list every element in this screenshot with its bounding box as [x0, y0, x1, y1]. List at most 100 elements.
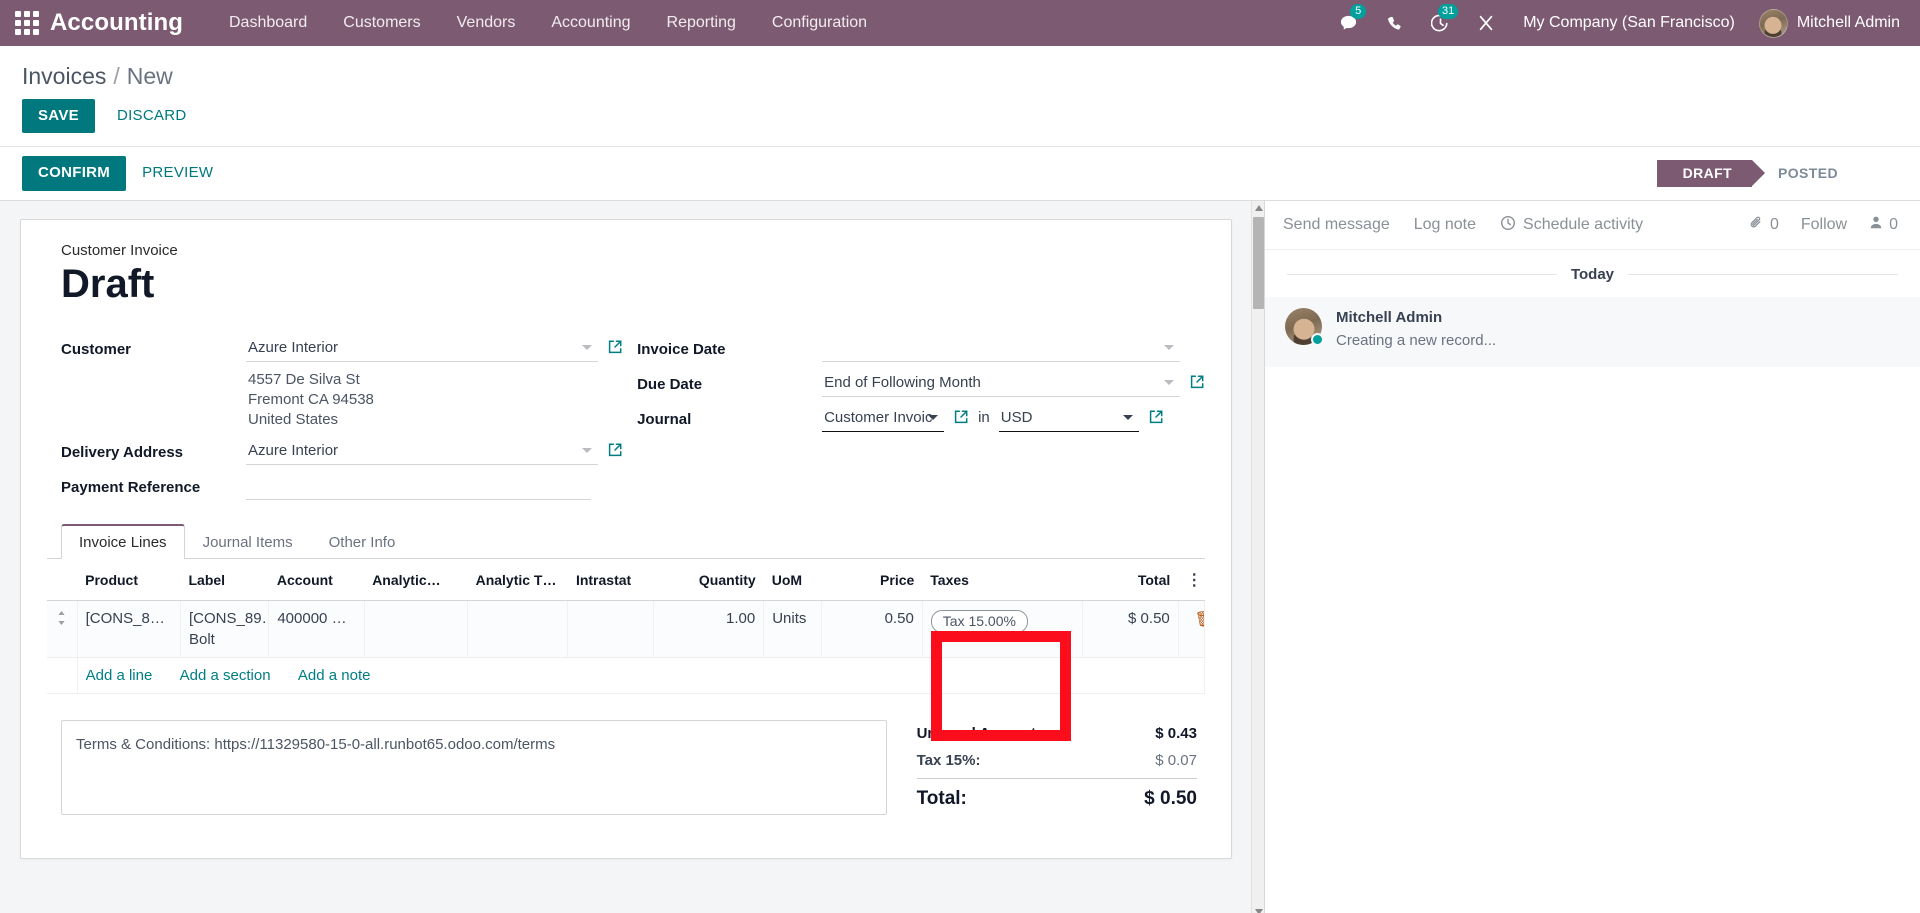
scrollbar-thumb[interactable] — [1253, 216, 1264, 309]
cell-price[interactable]: 0.50 — [821, 600, 923, 658]
cell-taxes[interactable]: Tax 15.00% — [922, 600, 1084, 658]
add-a-note-button[interactable]: Add a note — [298, 667, 371, 684]
form-scroll-area: Customer Invoice Draft Customer Azure In… — [0, 201, 1252, 913]
add-a-section-button[interactable]: Add a section — [180, 667, 271, 684]
person-icon — [1869, 215, 1883, 235]
save-button[interactable]: SAVE — [22, 99, 95, 134]
open-payment-term-icon[interactable] — [1189, 374, 1205, 390]
optional-columns-toggle[interactable]: ⋮ — [1178, 558, 1205, 601]
menu-item-vendors[interactable]: Vendors — [439, 0, 534, 46]
attachments-counter[interactable]: 0 — [1749, 215, 1779, 235]
wrench-icon[interactable] — [1463, 0, 1509, 46]
scroll-down-arrow-icon[interactable] — [1252, 905, 1264, 913]
status-badge[interactable]: Tax 15.00% — [930, 609, 1028, 633]
journal-input[interactable] — [822, 402, 945, 432]
status-step-draft[interactable]: DRAFT — [1656, 159, 1766, 187]
followers-counter[interactable]: 0 — [1869, 215, 1898, 235]
phone-icon[interactable] — [1371, 0, 1417, 46]
customer-label: Customer — [61, 340, 132, 358]
menu-item-reporting[interactable]: Reporting — [649, 0, 754, 46]
chevron-down-icon[interactable] — [582, 447, 593, 453]
chat-bubble-icon[interactable]: 5 — [1325, 0, 1371, 46]
col-quantity[interactable]: Quantity — [653, 558, 764, 601]
tab-journal-items[interactable]: Journal Items — [185, 524, 311, 559]
col-analytic[interactable]: Analytic… — [364, 558, 468, 601]
table-row[interactable]: [CONS_89… [CONS_89… Bolt 400000 P… 1.00 — [47, 600, 1206, 658]
avatar[interactable] — [1285, 307, 1324, 346]
scroll-up-arrow-icon[interactable] — [1252, 201, 1264, 216]
separator-line-left — [1287, 273, 1557, 275]
cell-analytic-tags[interactable] — [467, 600, 569, 658]
clock-activities-icon[interactable]: 31 — [1417, 0, 1463, 46]
trash-icon[interactable]: 🗑 — [1195, 611, 1204, 628]
chevron-down-icon[interactable] — [1122, 414, 1133, 420]
col-uom[interactable]: UoM — [763, 558, 822, 601]
due-date-input[interactable] — [822, 367, 1180, 397]
col-analytic-tags[interactable]: Analytic T… — [467, 558, 568, 601]
vertical-dots-icon[interactable]: ⋮ — [1186, 570, 1202, 590]
due-date-label: Due Date — [637, 375, 703, 393]
chevron-down-icon[interactable] — [1164, 379, 1174, 385]
col-product[interactable]: Product — [77, 558, 181, 601]
send-message-button[interactable]: Send message — [1283, 216, 1390, 234]
follow-button[interactable]: Follow — [1801, 216, 1847, 234]
menu-item-configuration[interactable]: Configuration — [754, 0, 885, 46]
address-line-2: Fremont CA 94538 — [248, 390, 374, 408]
discard-button[interactable]: DISCARD — [101, 99, 203, 133]
customer-input[interactable] — [246, 332, 599, 362]
tab-other-info[interactable]: Other Info — [311, 524, 414, 559]
col-account[interactable]: Account — [268, 558, 365, 601]
cell-account[interactable]: 400000 P… — [268, 600, 365, 658]
cell-quantity[interactable]: 1.00 — [653, 600, 765, 658]
preview-button[interactable]: PREVIEW — [126, 156, 229, 190]
total-row-grand: Total: $ 0.50 — [916, 777, 1197, 815]
chevron-down-icon[interactable] — [928, 414, 939, 420]
message-body: Creating a new record... — [1336, 331, 1497, 349]
delivery-address-input[interactable] — [246, 435, 599, 465]
col-intrastat[interactable]: Intrastat — [567, 558, 654, 601]
terms-and-conditions-field[interactable]: Terms & Conditions: https://11329580-15-… — [61, 719, 887, 815]
chevron-down-icon[interactable] — [1164, 344, 1174, 350]
chevron-down-icon[interactable] — [582, 344, 593, 350]
cell-product[interactable]: [CONS_89… — [77, 600, 182, 658]
breadcrumb: Invoices / New — [22, 54, 1898, 93]
log-note-button[interactable]: Log note — [1414, 216, 1476, 234]
add-line-row: Add a line Add a section Add a note — [47, 657, 1206, 694]
status-step-posted[interactable]: POSTED — [1752, 160, 1858, 187]
field-payment-reference: Payment Reference — [61, 470, 623, 506]
col-total[interactable]: Total — [1082, 558, 1179, 601]
cell-intrastat[interactable] — [567, 600, 654, 658]
payment-reference-input[interactable] — [246, 470, 592, 500]
menu-item-accounting[interactable]: Accounting — [533, 0, 648, 46]
open-customer-icon[interactable] — [607, 339, 623, 355]
add-a-line-button[interactable]: Add a line — [86, 667, 153, 684]
open-currency-icon[interactable] — [1148, 409, 1164, 425]
col-price[interactable]: Price — [821, 558, 923, 601]
customer-address-block: 4557 De Silva St Fremont CA 94538 United… — [61, 368, 623, 436]
cell-delete[interactable]: 🗑 — [1178, 600, 1206, 658]
user-menu[interactable]: Mitchell Admin — [1749, 8, 1906, 38]
col-label[interactable]: Label — [180, 558, 269, 601]
col-taxes[interactable]: Taxes — [922, 558, 1083, 601]
company-switcher[interactable]: My Company (San Francisco) — [1509, 14, 1749, 32]
form-scrollbar[interactable] — [1251, 200, 1264, 913]
schedule-activity-button[interactable]: Schedule activity — [1500, 215, 1643, 236]
notebook-tabs: Invoice Lines Journal Items Other Info — [47, 523, 1205, 559]
breadcrumb-item-invoices[interactable]: Invoices — [22, 63, 106, 90]
cell-uom[interactable]: Units — [763, 600, 823, 658]
open-delivery-address-icon[interactable] — [607, 442, 623, 458]
menu-item-customers[interactable]: Customers — [325, 0, 438, 46]
menu-item-dashboard[interactable]: Dashboard — [211, 0, 325, 46]
tab-invoice-lines[interactable]: Invoice Lines — [61, 523, 185, 559]
confirm-button[interactable]: CONFIRM — [22, 156, 127, 191]
app-brand-accounting[interactable]: Accounting — [50, 9, 183, 37]
cell-label[interactable]: [CONS_89… Bolt — [180, 600, 270, 658]
drag-handle-icon[interactable] — [47, 600, 78, 658]
open-journal-icon[interactable] — [953, 409, 969, 425]
cell-analytic[interactable] — [364, 600, 469, 658]
currency-input[interactable] — [998, 402, 1139, 432]
cell-label-line2: Bolt — [189, 630, 215, 648]
tax-label[interactable]: Tax 15%: — [917, 752, 981, 769]
invoice-date-input[interactable] — [822, 332, 1180, 362]
apps-grid-icon[interactable] — [10, 6, 44, 40]
